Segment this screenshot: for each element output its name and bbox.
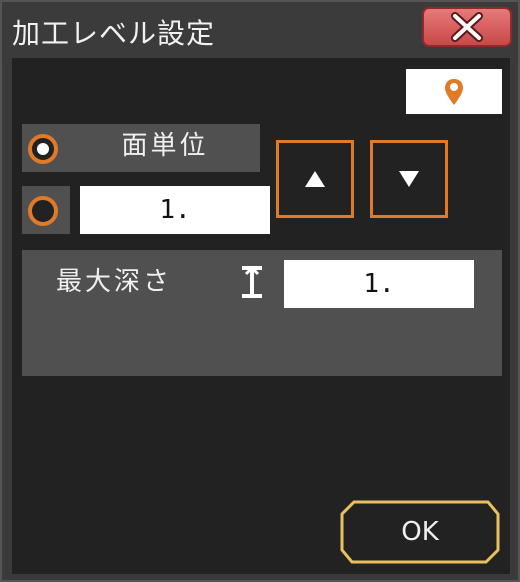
- dialog-title: 加工レベル設定: [12, 17, 216, 50]
- level-down-button[interactable]: [370, 140, 448, 218]
- radio-level-value[interactable]: 1.: [22, 186, 270, 234]
- radio-unselected-icon: [28, 196, 58, 226]
- max-depth-label: 最大深さ: [56, 267, 173, 297]
- pin-button[interactable]: [406, 69, 502, 114]
- title-bar: 加工レベル設定: [2, 2, 518, 58]
- radio-face-unit[interactable]: 面単位: [22, 124, 260, 172]
- max-depth-input[interactable]: 1.: [284, 260, 474, 308]
- level-value-input[interactable]: 1.: [80, 186, 270, 234]
- triangle-down-icon: [399, 171, 419, 187]
- max-depth-panel: 最大深さ 1.: [22, 250, 502, 376]
- level-up-button[interactable]: [276, 140, 354, 218]
- radio-selected-icon: [28, 134, 58, 164]
- location-pin-icon: [445, 78, 463, 105]
- close-button[interactable]: [422, 7, 512, 47]
- triangle-up-icon: [305, 171, 325, 187]
- ok-button-label: OK: [401, 517, 439, 547]
- dialog-content: 面単位 1. 最大深さ 1. OK: [12, 58, 510, 574]
- radio-face-unit-label: 面単位: [121, 131, 209, 161]
- dialog-window: 加工レベル設定 面単位 1. 最大深さ 1. OK: [0, 0, 520, 582]
- depth-gauge-icon: [242, 265, 262, 298]
- ok-button[interactable]: OK: [340, 500, 500, 564]
- close-x-icon: [451, 12, 483, 42]
